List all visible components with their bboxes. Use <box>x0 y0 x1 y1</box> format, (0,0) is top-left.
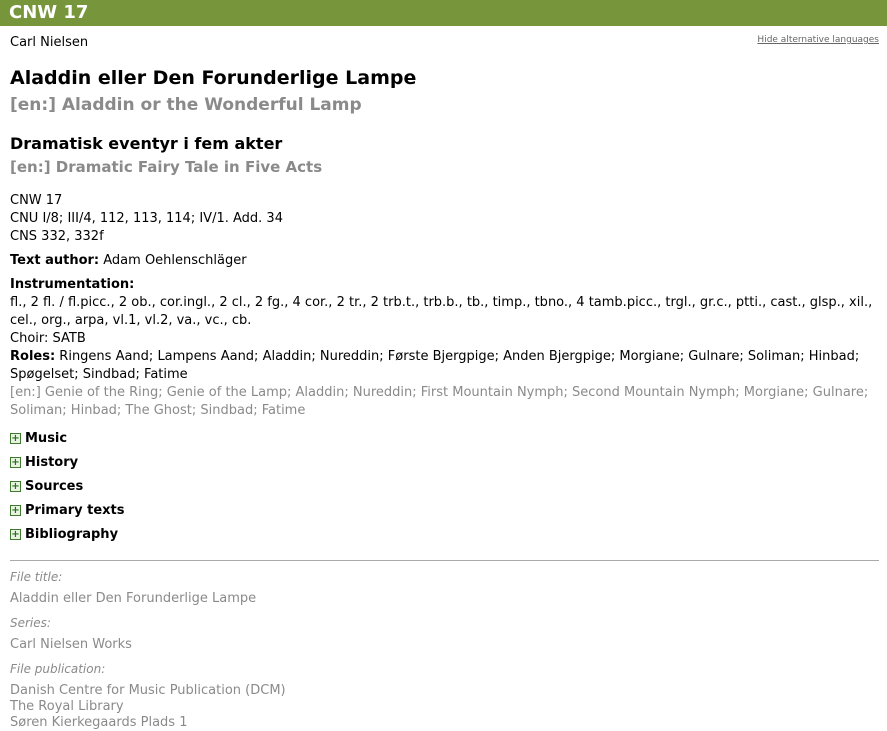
roles-alt: [en:] Genie of the Ring; Genie of the La… <box>10 385 869 418</box>
text-author-label: Text author: <box>10 253 100 268</box>
section-toggles: + Music + History + Sources + Primary te… <box>10 426 879 546</box>
hide-alternative-languages-link[interactable]: Hide alternative languages <box>757 35 879 45</box>
work-title-alt: [en:] Aladdin or the Wonderful Lamp <box>10 95 362 115</box>
instrumentation: Instrumentation: fl., 2 fl. / fl.picc., … <box>10 276 879 348</box>
expand-plus-icon: + <box>10 504 21 516</box>
section-label: Sources <box>25 478 84 494</box>
instrumentation-value: fl., 2 fl. / fl.picc., 2 ob., cor.ingl.,… <box>10 295 873 328</box>
identifier-cns: CNS 332, 332f <box>10 229 104 244</box>
catalogue-number: CNW 17 <box>9 2 89 23</box>
divider <box>10 560 879 561</box>
series: Carl Nielsen Works <box>10 637 132 652</box>
section-label: History <box>25 454 79 470</box>
expand-plus-icon: + <box>10 456 21 468</box>
text-author-value: Adam Oehlenschläger <box>103 253 247 268</box>
identifier-cnw: CNW 17 <box>10 193 63 208</box>
section-label: Music <box>25 430 68 446</box>
section-label: Bibliography <box>25 526 119 542</box>
choir: Choir: SATB <box>10 331 86 346</box>
roles: Roles: Ringens Aand; Lampens Aand; Aladd… <box>10 348 879 420</box>
file-title-label: File title: <box>10 570 63 584</box>
section-history[interactable]: + History <box>10 450 879 474</box>
identifiers: CNW 17 CNU I/8; III/4, 112, 113, 114; IV… <box>10 192 879 246</box>
file-info: File title: Aladdin eller Den Forunderli… <box>10 569 879 731</box>
expand-plus-icon: + <box>10 480 21 492</box>
publication-line: Danish Centre for Music Publication (DCM… <box>10 683 286 698</box>
section-primary-texts[interactable]: + Primary texts <box>10 498 879 522</box>
expand-plus-icon: + <box>10 432 21 444</box>
text-author: Text author: Adam Oehlenschläger <box>10 252 879 270</box>
roles-value: Ringens Aand; Lampens Aand; Aladdin; Nur… <box>10 349 860 382</box>
section-bibliography[interactable]: + Bibliography <box>10 522 879 546</box>
publication-line: Søren Kierkegaards Plads 1 <box>10 715 188 730</box>
section-label: Primary texts <box>25 502 125 518</box>
series-label: Series: <box>10 616 51 630</box>
work-subtitle-alt: [en:] Dramatic Fairy Tale in Five Acts <box>10 158 323 176</box>
instrumentation-label: Instrumentation: <box>10 277 135 292</box>
work-title: Aladdin eller Den Forunderlige Lampe <box>10 67 417 89</box>
main-content: Carl Nielsen Hide alternative languages … <box>0 26 887 731</box>
composer-name: Carl Nielsen <box>10 35 89 50</box>
file-title: Aladdin eller Den Forunderlige Lampe <box>10 591 257 606</box>
roles-label: Roles: <box>10 349 56 364</box>
work-subtitle: Dramatisk eventyr i fem akter <box>10 134 283 153</box>
publication-line: The Royal Library <box>10 699 124 714</box>
section-sources[interactable]: + Sources <box>10 474 879 498</box>
file-publication-label: File publication: <box>10 662 106 676</box>
page-header: CNW 17 <box>0 0 887 26</box>
file-publication: Danish Centre for Music Publication (DCM… <box>10 683 879 731</box>
composer-row: Carl Nielsen Hide alternative languages <box>10 26 879 52</box>
expand-plus-icon: + <box>10 528 21 540</box>
section-music[interactable]: + Music <box>10 426 879 450</box>
identifier-cnu: CNU I/8; III/4, 112, 113, 114; IV/1. Add… <box>10 211 283 226</box>
